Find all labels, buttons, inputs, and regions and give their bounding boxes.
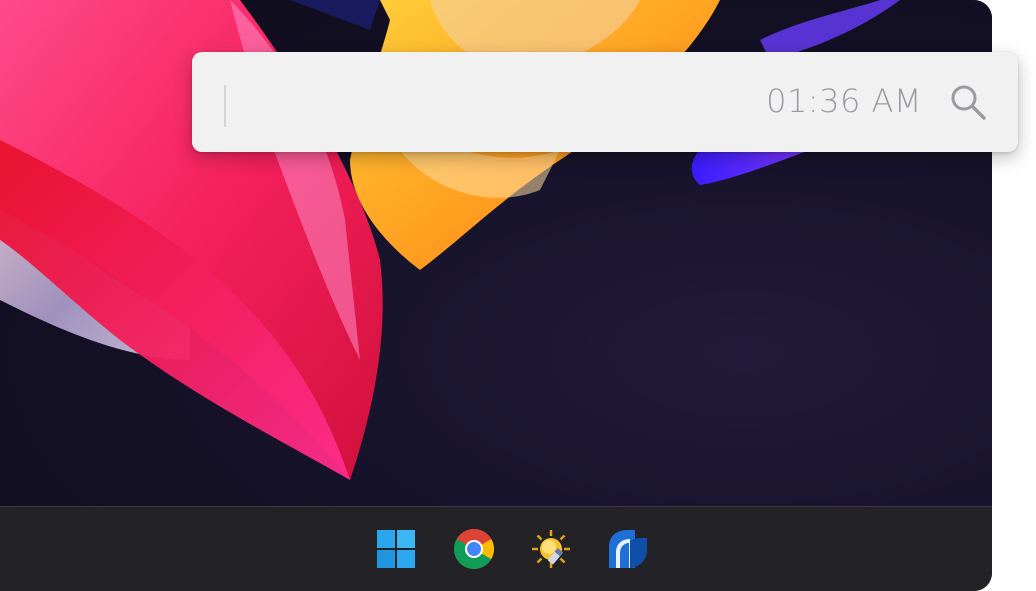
blue-app-button[interactable] <box>605 526 651 572</box>
sun-pencil-icon <box>532 530 570 568</box>
search-icon <box>951 85 986 120</box>
weather-app-button[interactable] <box>528 526 574 572</box>
clock-display: 01:36 AM <box>766 82 922 120</box>
chrome-button[interactable] <box>451 526 497 572</box>
taskbar <box>0 506 992 591</box>
chrome-icon <box>454 529 494 569</box>
search-input[interactable] <box>222 84 746 126</box>
search-button[interactable] <box>946 80 990 124</box>
blue-d-logo-icon <box>609 530 647 568</box>
windows-logo-icon <box>377 530 415 568</box>
search-panel: 01:36 AM <box>192 52 1018 152</box>
text-caret <box>224 85 226 127</box>
start-button[interactable] <box>373 526 419 572</box>
